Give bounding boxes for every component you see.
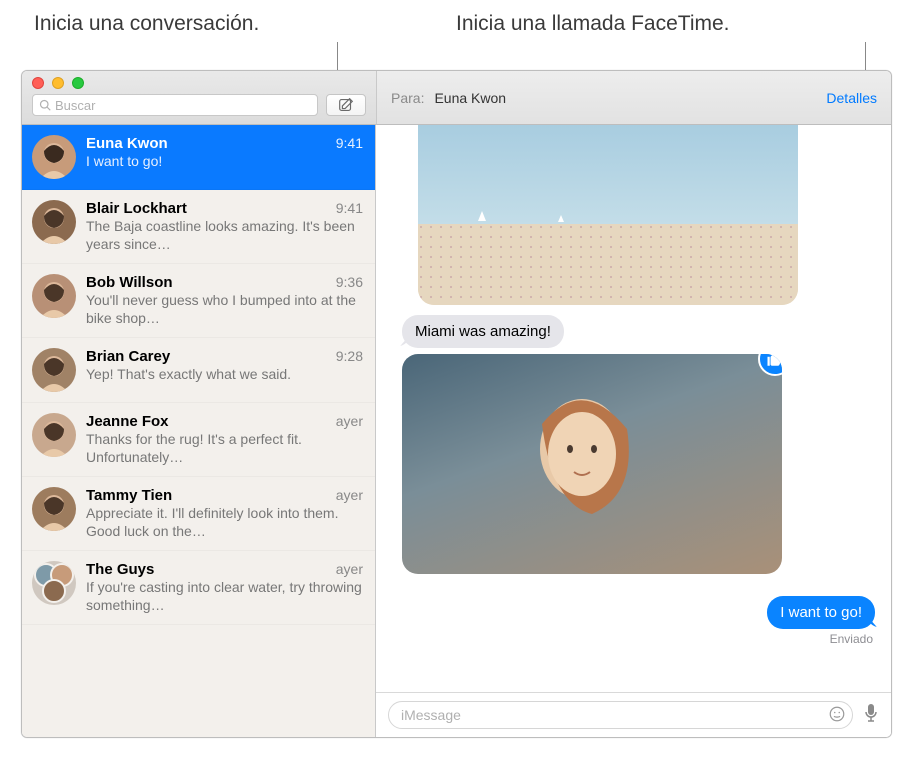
- to-label: Para:: [391, 90, 424, 106]
- avatar: [32, 413, 76, 457]
- message-text: I want to go!: [780, 604, 862, 621]
- conversation-time: 9:28: [336, 348, 363, 364]
- message-text: Miami was amazing!: [415, 323, 551, 340]
- avatar: [32, 274, 76, 318]
- conversation-preview: If you're casting into clear water, try …: [86, 579, 363, 614]
- compose-icon: [337, 96, 355, 114]
- conversation-header: Para: Euna Kwon Detalles: [376, 71, 891, 125]
- sidebar-header: Buscar: [22, 71, 376, 125]
- emoji-button[interactable]: [828, 705, 846, 726]
- conversation-time: ayer: [336, 561, 363, 577]
- conversation-time: ayer: [336, 413, 363, 429]
- message-input-row: iMessage: [376, 692, 891, 737]
- search-input[interactable]: Buscar: [32, 94, 318, 116]
- conversation-preview: Appreciate it. I'll definitely look into…: [86, 505, 363, 540]
- search-icon: [39, 99, 51, 111]
- conversation-time: ayer: [336, 487, 363, 503]
- conversation-preview: I want to go!: [86, 153, 363, 171]
- conversation-list[interactable]: Euna Kwon 9:41 I want to go! Blair Lockh…: [22, 125, 376, 737]
- conversation-item[interactable]: Brian Carey 9:28 Yep! That's exactly wha…: [22, 338, 375, 403]
- conversation-item[interactable]: Euna Kwon 9:41 I want to go!: [22, 125, 375, 190]
- conversation-time: 9:41: [336, 200, 363, 216]
- message-input[interactable]: iMessage: [388, 701, 853, 729]
- messages-window: Buscar Para: Euna Kwon Detalles Euna Kwo…: [21, 70, 892, 738]
- to-name: Euna Kwon: [434, 90, 506, 106]
- message-image-received[interactable]: [402, 354, 782, 574]
- conversation-item[interactable]: Jeanne Fox ayer Thanks for the rug! It's…: [22, 403, 375, 477]
- conversation-preview: You'll never guess who I bumped into at …: [86, 292, 363, 327]
- message-input-placeholder: iMessage: [401, 707, 461, 723]
- conversation-time: 9:36: [336, 274, 363, 290]
- avatar: [32, 200, 76, 244]
- conversation-item[interactable]: Bob Willson 9:36 You'll never guess who …: [22, 264, 375, 338]
- conversation-preview: Yep! That's exactly what we said.: [86, 366, 363, 384]
- message-bubble-sent[interactable]: I want to go!: [767, 596, 875, 629]
- microphone-button[interactable]: [863, 703, 879, 728]
- zoom-window-button[interactable]: [72, 77, 84, 89]
- conversation-name: Tammy Tien: [86, 487, 172, 504]
- message-list: Miami was amazing!: [376, 125, 891, 692]
- window-controls: [22, 71, 376, 91]
- smiley-icon: [828, 705, 846, 723]
- close-window-button[interactable]: [32, 77, 44, 89]
- conversation-name: Brian Carey: [86, 348, 170, 365]
- conversation-preview: The Baja coastline looks amazing. It's b…: [86, 218, 363, 253]
- conversation-item[interactable]: The Guys ayer If you're casting into cle…: [22, 551, 375, 625]
- minimize-window-button[interactable]: [52, 77, 64, 89]
- compose-button[interactable]: [326, 94, 366, 116]
- conversation-name: The Guys: [86, 561, 154, 578]
- avatar-group: [32, 561, 76, 605]
- conversation-name: Jeanne Fox: [86, 413, 169, 430]
- conversation-item[interactable]: Blair Lockhart 9:41 The Baja coastline l…: [22, 190, 375, 264]
- conversation-name: Blair Lockhart: [86, 200, 187, 217]
- message-image-received[interactable]: [418, 125, 798, 305]
- message-status: Enviado: [830, 632, 873, 646]
- conversation-name: Bob Willson: [86, 274, 173, 291]
- message-bubble-received[interactable]: Miami was amazing!: [402, 315, 564, 348]
- avatar: [32, 348, 76, 392]
- conversation-item[interactable]: Tammy Tien ayer Appreciate it. I'll defi…: [22, 477, 375, 551]
- annotation-facetime: Inicia una llamada FaceTime.: [456, 12, 730, 36]
- details-button[interactable]: Detalles: [826, 90, 877, 106]
- conversation-name: Euna Kwon: [86, 135, 168, 152]
- microphone-icon: [863, 703, 879, 723]
- conversation-time: 9:41: [336, 135, 363, 151]
- search-placeholder: Buscar: [55, 98, 95, 113]
- conversation-pane: Miami was amazing!: [376, 125, 891, 737]
- conversation-preview: Thanks for the rug! It's a perfect fit. …: [86, 431, 363, 466]
- avatar: [32, 487, 76, 531]
- annotation-compose: Inicia una conversación.: [34, 12, 259, 36]
- avatar: [32, 135, 76, 179]
